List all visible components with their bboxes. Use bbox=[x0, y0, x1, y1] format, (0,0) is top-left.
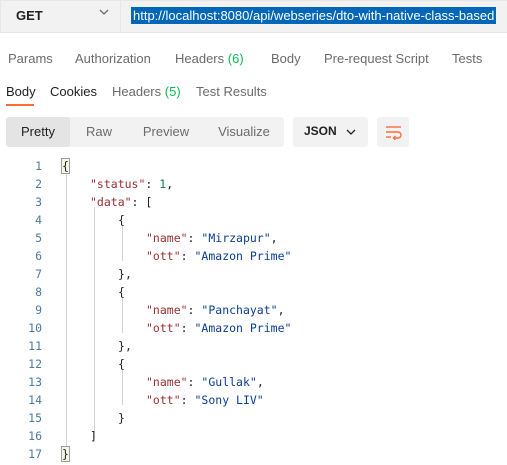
view-visualize-button[interactable]: Visualize bbox=[204, 117, 284, 147]
line-number: 10 bbox=[28, 321, 42, 335]
code-text: ] bbox=[90, 429, 97, 443]
tab-body[interactable]: Body bbox=[271, 51, 301, 66]
code-text: "name": "Panchayat", bbox=[146, 303, 285, 317]
code-line: 7}, bbox=[0, 265, 507, 283]
line-number: 8 bbox=[35, 285, 42, 299]
view-raw-button[interactable]: Raw bbox=[70, 117, 128, 147]
line-number: 17 bbox=[28, 447, 42, 461]
code-text: "ott": "Amazon Prime" bbox=[146, 321, 292, 335]
code-line: 17} bbox=[0, 445, 507, 463]
code-text: } bbox=[61, 446, 70, 462]
code-text: "ott": "Amazon Prime" bbox=[146, 249, 292, 263]
code-line: 15} bbox=[0, 409, 507, 427]
url-text: http://localhost:8080/api/webseries/dto-… bbox=[131, 7, 497, 24]
line-number: 13 bbox=[28, 375, 42, 389]
code-text: "status": 1, bbox=[90, 177, 174, 191]
wrap-lines-icon bbox=[386, 126, 402, 140]
code-line: 2 "status": 1, bbox=[0, 175, 507, 193]
line-number: 2 bbox=[35, 177, 42, 191]
code-line: 1{ bbox=[0, 157, 507, 175]
code-line: 14 "ott": "Sony LIV" bbox=[0, 391, 507, 409]
code-line: 8{ bbox=[0, 283, 507, 301]
code-line: 13 "name": "Gullak", bbox=[0, 373, 507, 391]
code-text: "name": "Gullak", bbox=[146, 375, 264, 389]
line-number: 1 bbox=[35, 159, 42, 173]
code-line: 9 "name": "Panchayat", bbox=[0, 301, 507, 319]
url-input[interactable]: http://localhost:8080/api/webseries/dto-… bbox=[121, 0, 507, 33]
line-number: 12 bbox=[28, 357, 42, 371]
chevron-down-icon bbox=[99, 9, 109, 15]
code-text: "ott": "Sony LIV" bbox=[146, 393, 264, 407]
code-text: { bbox=[61, 158, 70, 174]
line-number: 14 bbox=[28, 393, 42, 407]
active-tab-underline bbox=[6, 104, 34, 106]
code-text: }, bbox=[118, 339, 132, 353]
tab-params[interactable]: Params bbox=[8, 51, 53, 66]
tab-pre-request-script[interactable]: Pre-request Script bbox=[324, 51, 429, 66]
method-label: GET bbox=[16, 8, 43, 23]
response-tab-body[interactable]: Body bbox=[6, 84, 36, 99]
response-tab-headers[interactable]: Headers (5) bbox=[112, 84, 181, 99]
code-line: 10 "ott": "Amazon Prime" bbox=[0, 319, 507, 337]
line-number: 4 bbox=[35, 213, 42, 227]
response-tab-cookies[interactable]: Cookies bbox=[50, 84, 97, 99]
line-number: 15 bbox=[28, 411, 42, 425]
code-line: 12 { bbox=[0, 355, 507, 373]
code-line: 4{ bbox=[0, 211, 507, 229]
line-number: 9 bbox=[35, 303, 42, 317]
line-number: 11 bbox=[28, 339, 42, 353]
code-line: 6 "ott": "Amazon Prime" bbox=[0, 247, 507, 265]
code-line: 3 "data": [ bbox=[0, 193, 507, 211]
tab-authorization[interactable]: Authorization bbox=[75, 51, 151, 66]
code-text: }, bbox=[118, 267, 132, 281]
code-text: } bbox=[118, 411, 125, 425]
tab-headers[interactable]: Headers (6) bbox=[175, 51, 244, 66]
code-text: "name": "Mirzapur", bbox=[146, 231, 278, 245]
code-text: { bbox=[118, 357, 125, 371]
line-number: 6 bbox=[35, 249, 42, 263]
code-text: "data": [ bbox=[90, 195, 153, 209]
code-line: 5 "name": "Mirzapur", bbox=[0, 229, 507, 247]
chevron-down-icon bbox=[346, 129, 356, 135]
line-number: 7 bbox=[35, 267, 42, 281]
code-text: { bbox=[118, 213, 125, 227]
line-number: 5 bbox=[35, 231, 42, 245]
format-label: JSON bbox=[304, 124, 337, 138]
code-line: 16] bbox=[0, 427, 507, 445]
view-pretty-button[interactable]: Pretty bbox=[6, 117, 70, 147]
tab-tests[interactable]: Tests bbox=[452, 51, 482, 66]
response-body[interactable]: 1{2 "status": 1, 3 "data": [4{5 "name": "Mir… bbox=[0, 157, 507, 465]
response-tab-test-results[interactable]: Test Results bbox=[196, 84, 267, 99]
line-number: 3 bbox=[35, 195, 42, 209]
code-line: 11}, bbox=[0, 337, 507, 355]
line-number: 16 bbox=[28, 429, 42, 443]
code-text: { bbox=[118, 285, 125, 299]
view-preview-button[interactable]: Preview bbox=[128, 117, 204, 147]
